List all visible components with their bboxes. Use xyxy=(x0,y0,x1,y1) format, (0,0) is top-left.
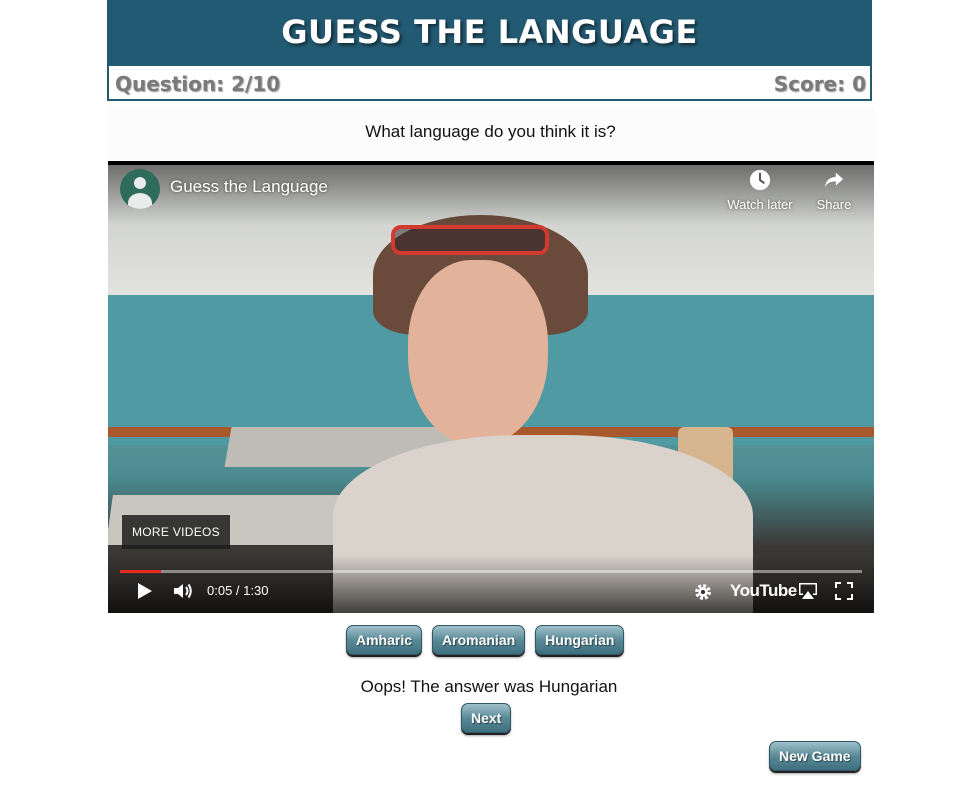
next-button[interactable]: Next xyxy=(461,703,512,733)
answer-button-amharic[interactable]: Amharic xyxy=(346,625,423,655)
page-title: GUESS THE LANGUAGE xyxy=(281,13,698,51)
youtube-video-player[interactable]: Guess the Language Watch later Share MOR… xyxy=(108,161,874,613)
user-avatar-icon[interactable] xyxy=(120,169,160,209)
avatar-head xyxy=(134,177,146,189)
video-time-display: 0:05 / 1:30 xyxy=(207,583,269,598)
play-icon[interactable] xyxy=(132,579,156,603)
video-title-link[interactable]: Guess the Language xyxy=(170,177,328,197)
video-frame-sunglasses xyxy=(391,225,549,255)
app-header: GUESS THE LANGUAGE xyxy=(107,0,872,64)
result-message: Oops! The answer was Hungarian xyxy=(360,677,618,696)
gear-icon[interactable] xyxy=(693,582,713,602)
video-progress-bar[interactable] xyxy=(120,570,862,573)
question-prompt-area: What language do you think it is? xyxy=(107,106,874,160)
score-counter: Score: 0 xyxy=(773,72,866,96)
answer-button-hungarian[interactable]: Hungarian xyxy=(535,625,625,655)
avatar-body xyxy=(128,193,152,209)
score-bar: Question: 2/10 Score: 0 xyxy=(107,64,872,101)
youtube-logo[interactable]: YouTube xyxy=(730,581,797,601)
share-button[interactable]: Share xyxy=(812,169,856,212)
volume-icon[interactable] xyxy=(171,579,195,603)
more-videos-button[interactable]: MORE VIDEOS xyxy=(122,515,230,549)
watch-later-button[interactable]: Watch later xyxy=(722,169,798,212)
clock-icon xyxy=(749,169,771,191)
fullscreen-icon[interactable] xyxy=(832,579,856,603)
question-counter: Question: 2/10 xyxy=(115,72,281,96)
watch-later-label: Watch later xyxy=(727,197,793,212)
share-arrow-icon xyxy=(824,172,844,188)
video-progress-fill xyxy=(120,570,161,573)
answer-options: Amharic Aromanian Hungarian xyxy=(346,625,625,655)
new-game-button[interactable]: New Game xyxy=(769,741,861,771)
answer-button-aromanian[interactable]: Aromanian xyxy=(432,625,526,655)
airplay-icon[interactable] xyxy=(796,579,820,603)
share-label: Share xyxy=(816,197,852,212)
video-frame-face xyxy=(408,260,548,445)
question-prompt: What language do you think it is? xyxy=(365,122,616,141)
